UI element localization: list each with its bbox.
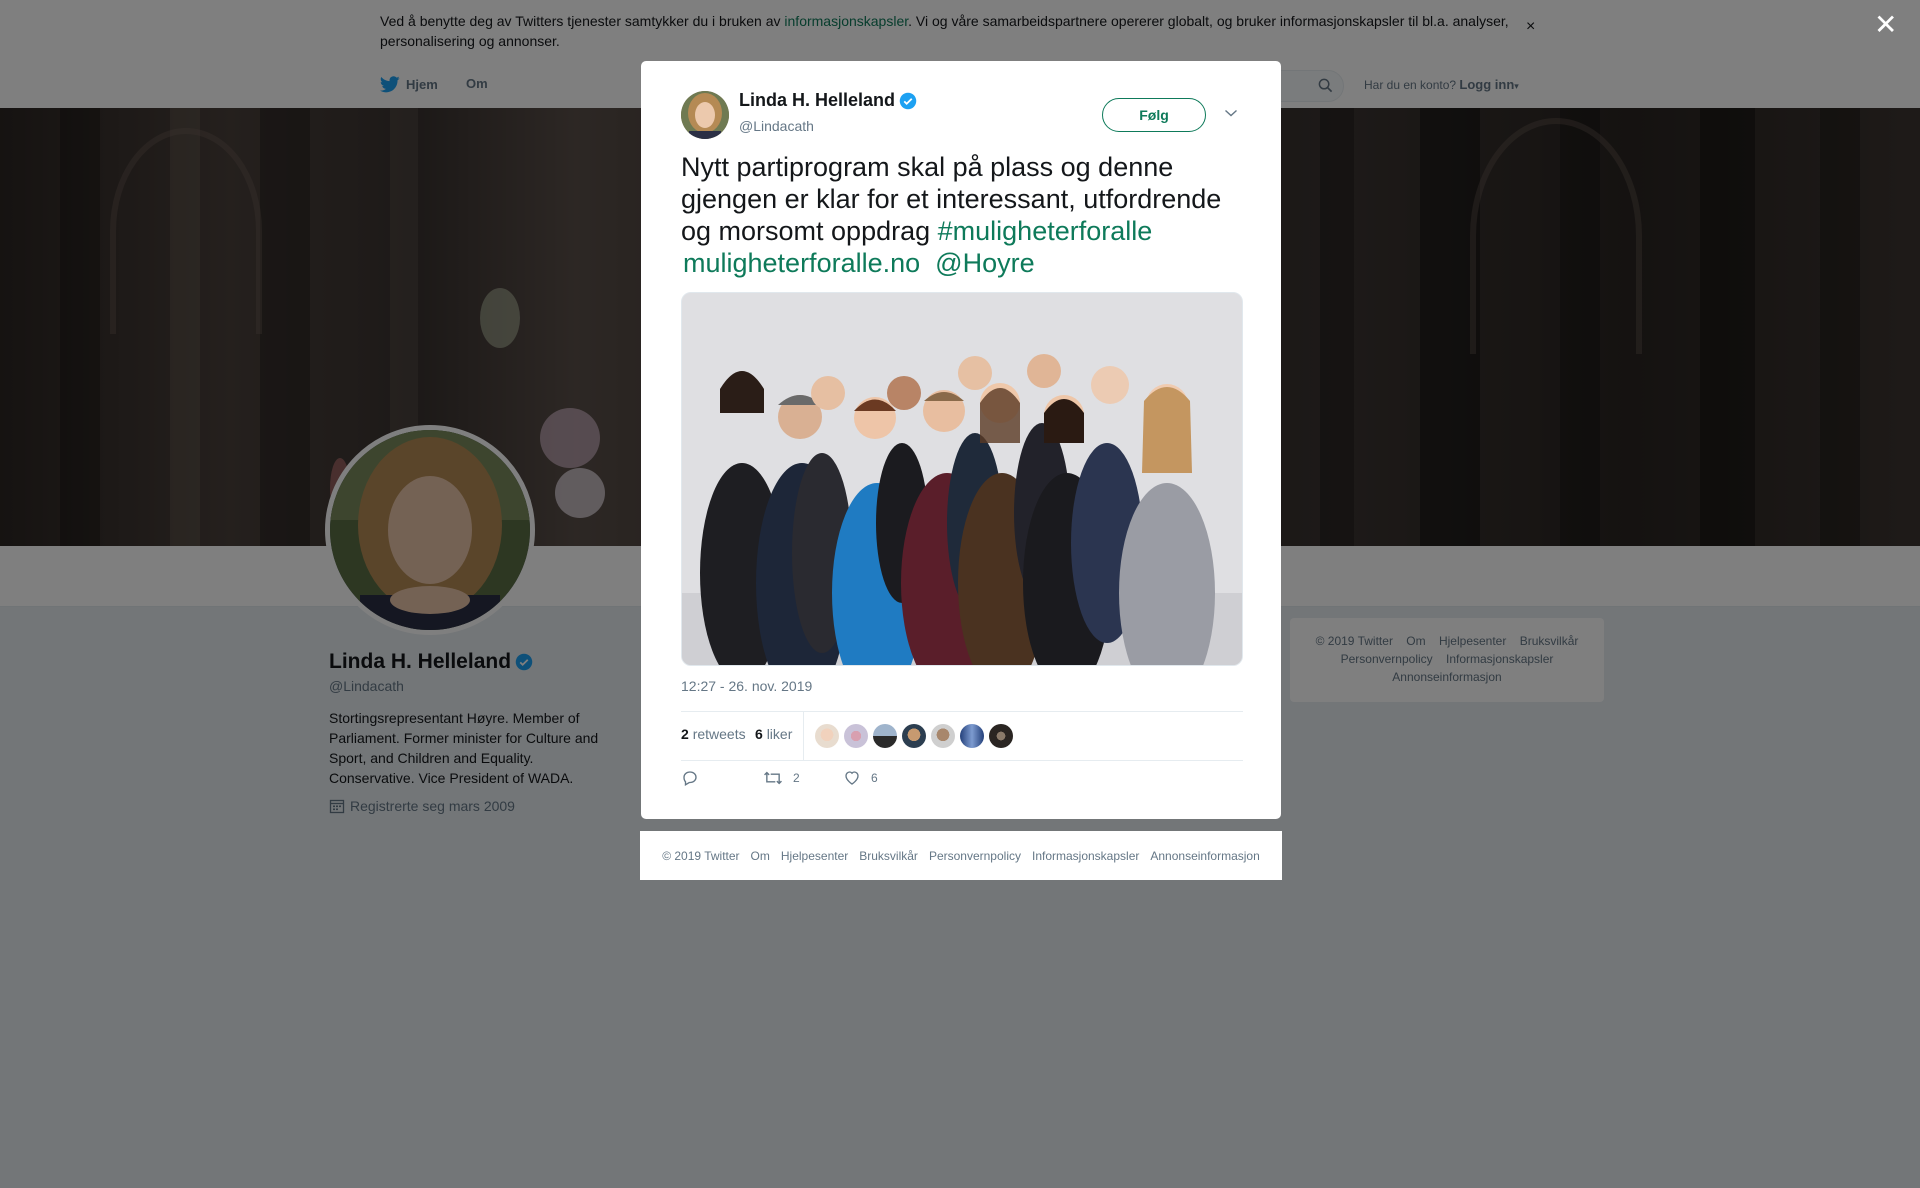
tweet-text: Nytt partiprogram skal på plass og denne… (681, 151, 1251, 279)
tweet-photo[interactable] (681, 292, 1243, 666)
retweet-count: 2 (793, 771, 800, 785)
verified-badge-icon (899, 92, 917, 109)
like-button[interactable]: 6 (843, 769, 878, 787)
retweets-stat[interactable]: 2 retweets (681, 726, 746, 742)
author-name-text: Linda H. Helleland (739, 90, 896, 110)
hashtag-link[interactable]: #muligheterforalle (938, 216, 1153, 246)
liker-avatar[interactable] (844, 724, 868, 748)
modal-footer-link-help[interactable]: Hjelpesenter (781, 849, 848, 863)
mention-link[interactable]: @Hoyre (935, 248, 1034, 278)
tweet-timestamp[interactable]: 12:27 - 26. nov. 2019 (681, 678, 812, 694)
modal-footer: © 2019 Twitter Om Hjelpesenter Bruksvilk… (640, 831, 1282, 880)
likes-stat[interactable]: 6 liker (755, 726, 792, 742)
retweets-count: 2 (681, 726, 689, 742)
retweet-button[interactable]: 2 (763, 769, 800, 787)
liker-avatar[interactable] (960, 724, 984, 748)
modal-footer-link-about[interactable]: Om (751, 849, 770, 863)
liker-avatar[interactable] (902, 724, 926, 748)
modal-footer-link-terms[interactable]: Bruksvilkår (859, 849, 918, 863)
likers-avatars (815, 724, 1013, 748)
stats-divider (803, 712, 804, 760)
follow-button[interactable]: Følg (1102, 98, 1206, 132)
group-photo-image (682, 293, 1242, 665)
heart-icon (845, 771, 859, 785)
url-link[interactable]: muligheterforalle.no (683, 248, 920, 278)
liker-avatar[interactable] (873, 724, 897, 748)
reply-icon (683, 771, 697, 786)
tweet-stats: 2 retweets 6 liker (681, 711, 1243, 761)
author-avatar-image (681, 91, 729, 139)
likes-count: 6 (755, 726, 763, 742)
like-count: 6 (871, 771, 878, 785)
modal-footer-copyright: © 2019 Twitter (662, 848, 740, 863)
retweet-icon (764, 771, 782, 785)
liker-avatar[interactable] (931, 724, 955, 748)
reply-button[interactable] (681, 769, 709, 787)
retweets-label: retweets (692, 726, 746, 742)
author-handle[interactable]: @Lindacath (739, 118, 814, 134)
likes-label: liker (766, 726, 793, 742)
liker-avatar[interactable] (989, 724, 1013, 748)
author-name[interactable]: Linda H. Helleland (739, 90, 917, 111)
modal-footer-link-cookies[interactable]: Informasjonskapsler (1032, 849, 1139, 863)
modal-footer-link-privacy[interactable]: Personvernpolicy (929, 849, 1021, 863)
tweet-permalink-modal: Linda H. Helleland @Lindacath Følg Nytt … (641, 61, 1281, 819)
modal-footer-link-ads-info[interactable]: Annonseinformasjon (1150, 849, 1259, 863)
author-avatar[interactable] (681, 91, 729, 139)
liker-avatar[interactable] (815, 724, 839, 748)
chevron-down-icon[interactable] (1224, 105, 1238, 123)
close-icon[interactable]: ✕ (1874, 10, 1897, 40)
